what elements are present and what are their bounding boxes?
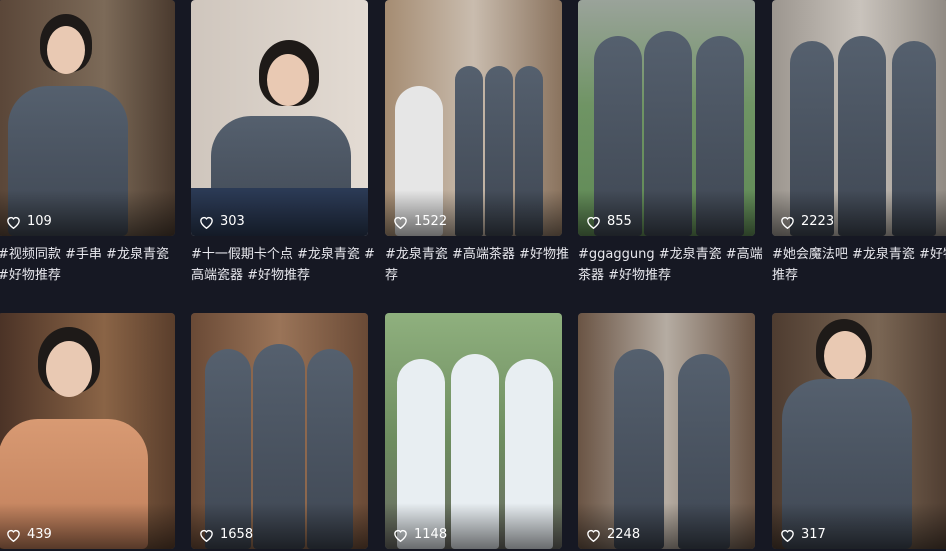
video-card[interactable]: 855 #ggaggung #龙泉青瓷 #高端茶器 #好物推荐	[578, 0, 763, 286]
video-card[interactable]: 1658	[191, 313, 368, 549]
heart-icon	[200, 529, 213, 542]
like-count: 2248	[586, 527, 640, 542]
like-count-text: 2223	[801, 214, 835, 229]
like-count-text: 109	[27, 214, 52, 229]
heart-icon	[200, 216, 213, 229]
like-count-text: 2248	[607, 527, 641, 542]
video-thumbnail[interactable]: 1148	[385, 313, 562, 549]
like-count-text: 1522	[414, 214, 448, 229]
heart-icon	[394, 529, 407, 542]
video-caption[interactable]: #龙泉青瓷 #高端茶器 #好物推荐	[385, 244, 570, 286]
like-count: 439	[6, 527, 52, 542]
heart-icon	[781, 216, 794, 229]
video-card[interactable]: 303 #十一假期卡个点 #龙泉青瓷 #高端瓷器 #好物推荐	[191, 0, 375, 286]
like-count-text: 439	[27, 527, 52, 542]
heart-icon	[781, 529, 794, 542]
video-card[interactable]: 109 #视频同款 #手串 #龙泉青瓷 #好物推荐	[0, 0, 175, 286]
video-card[interactable]: 439	[0, 313, 175, 549]
video-caption[interactable]: #视频同款 #手串 #龙泉青瓷 #好物推荐	[0, 244, 183, 286]
like-count: 303	[199, 214, 245, 229]
heart-icon	[7, 529, 20, 542]
video-thumbnail[interactable]: 109	[0, 0, 175, 236]
video-thumbnail[interactable]: 317	[772, 313, 946, 549]
like-count: 317	[780, 527, 826, 542]
like-count: 2223	[780, 214, 834, 229]
like-count: 1658	[199, 527, 253, 542]
like-count: 1148	[393, 527, 447, 542]
video-caption[interactable]: #十一假期卡个点 #龙泉青瓷 #高端瓷器 #好物推荐	[191, 244, 376, 286]
heart-icon	[7, 216, 20, 229]
like-count-text: 1658	[220, 527, 254, 542]
video-caption[interactable]: #ggaggung #龙泉青瓷 #高端茶器 #好物推荐	[578, 244, 763, 286]
like-count-text: 855	[607, 214, 632, 229]
like-count-text: 303	[220, 214, 245, 229]
like-count: 1522	[393, 214, 447, 229]
video-grid: 109 #视频同款 #手串 #龙泉青瓷 #好物推荐 303 #十一假期卡个点 #…	[0, 0, 946, 551]
heart-icon	[587, 216, 600, 229]
video-card[interactable]: 2223 #她会魔法吧 #龙泉青瓷 #好物推荐	[772, 0, 946, 286]
video-thumbnail[interactable]: 303	[191, 0, 368, 236]
video-thumbnail[interactable]: 855	[578, 0, 755, 236]
heart-icon	[587, 529, 600, 542]
video-thumbnail[interactable]: 1522	[385, 0, 562, 236]
video-thumbnail[interactable]: 1658	[191, 313, 368, 549]
video-card[interactable]: 1148	[385, 313, 562, 549]
video-thumbnail[interactable]: 2223	[772, 0, 946, 236]
video-thumbnail[interactable]: 2248	[578, 313, 755, 549]
like-count: 109	[6, 214, 52, 229]
video-card[interactable]: 1522 #龙泉青瓷 #高端茶器 #好物推荐	[385, 0, 569, 286]
video-card[interactable]: 317	[772, 313, 946, 549]
like-count-text: 317	[801, 527, 826, 542]
video-thumbnail[interactable]: 439	[0, 313, 175, 549]
heart-icon	[394, 216, 407, 229]
video-caption[interactable]: #她会魔法吧 #龙泉青瓷 #好物推荐	[772, 244, 946, 286]
video-card[interactable]: 2248	[578, 313, 755, 549]
like-count-text: 1148	[414, 527, 448, 542]
like-count: 855	[586, 214, 632, 229]
